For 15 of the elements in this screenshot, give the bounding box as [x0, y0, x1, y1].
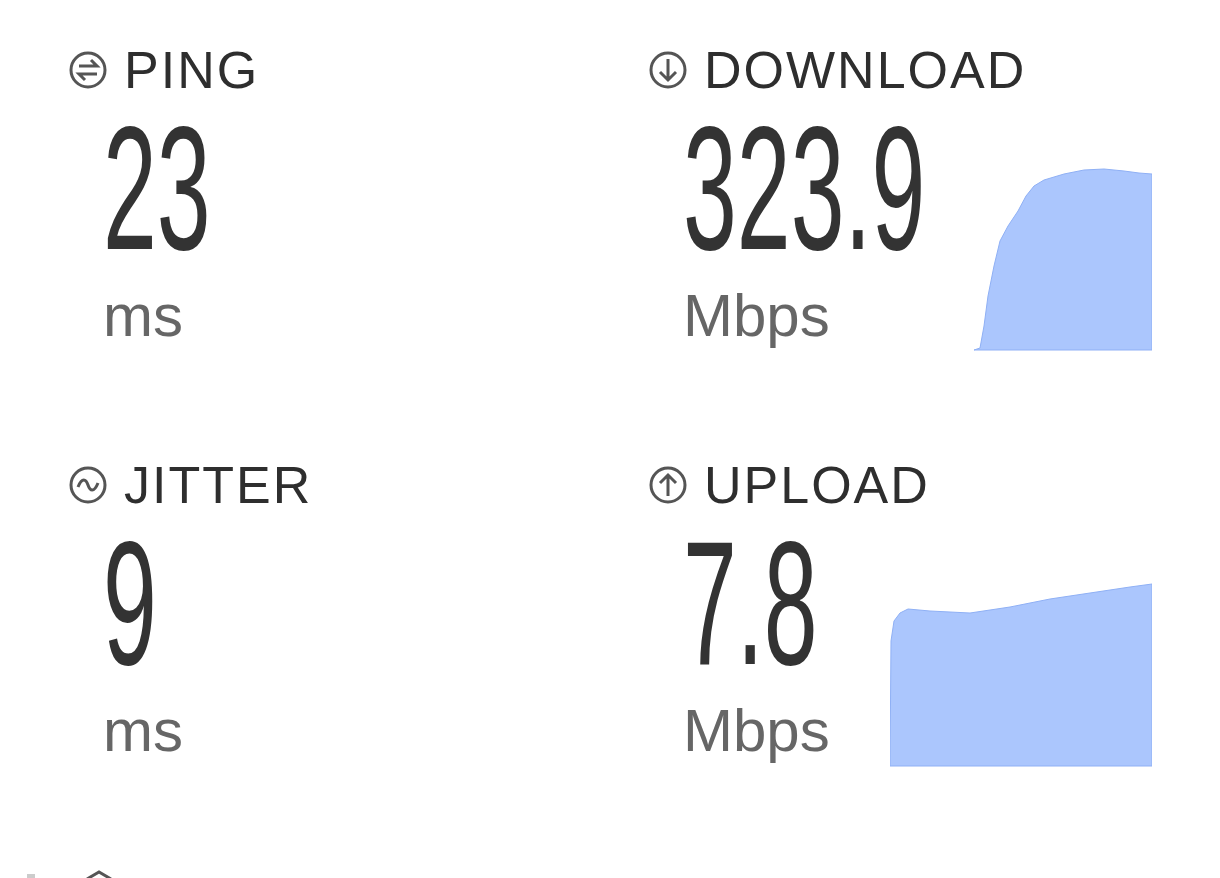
- unit-label: ms: [103, 281, 184, 351]
- metric-value: 323.9: [683, 100, 926, 276]
- transfer-icon: [68, 50, 108, 90]
- metric-value: 23: [103, 100, 211, 276]
- unit-label: ms: [103, 696, 184, 766]
- unit-label: Mbps: [683, 281, 831, 351]
- unit-label: Mbps: [683, 696, 831, 766]
- caret-up-icon: [84, 870, 114, 878]
- wave-icon: [68, 465, 108, 505]
- metric-label: UPLOAD: [704, 459, 930, 511]
- metric-label: PING: [124, 44, 260, 96]
- metric-label: DOWNLOAD: [704, 44, 1027, 96]
- metric-value: 9: [103, 515, 157, 691]
- metric-value: 7.8: [683, 515, 818, 691]
- metric-label: JITTER: [124, 459, 313, 511]
